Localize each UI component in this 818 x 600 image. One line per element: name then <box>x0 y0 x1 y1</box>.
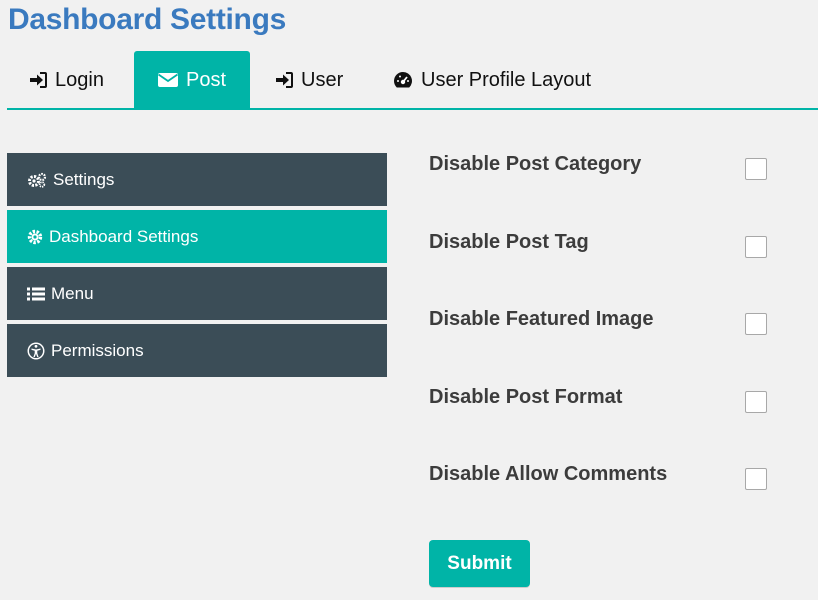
option-label: Disable Post Format <box>429 385 623 408</box>
tab-login[interactable]: Login <box>29 51 104 109</box>
sidebar-item-dashboard-settings[interactable]: Dashboard Settings <box>7 210 387 263</box>
gear-icon <box>27 229 43 245</box>
tab-label: Post <box>185 68 227 91</box>
settings-page: Dashboard Settings Login Post User User … <box>0 0 818 600</box>
tab-label: Login <box>55 68 104 91</box>
option-row: Disable Allow Comments <box>429 460 809 538</box>
tab-user[interactable]: User <box>275 51 343 109</box>
sign-in-icon <box>29 72 47 88</box>
option-row: Disable Post Format <box>429 383 809 461</box>
option-label: Disable Post Category <box>429 153 642 175</box>
submit-button[interactable]: Submit <box>429 540 530 587</box>
option-label: Disable Post Tag <box>429 230 589 253</box>
tab-label: User Profile Layout <box>421 68 592 91</box>
sidebar-item-menu[interactable]: Menu <box>7 267 387 320</box>
envelope-icon <box>157 72 178 88</box>
dashboard-icon <box>393 71 413 89</box>
page-title: Dashboard Settings <box>8 3 286 36</box>
disable-post-tag-checkbox[interactable] <box>745 235 767 258</box>
sign-in-icon <box>275 72 293 88</box>
sidebar-item-label: Permissions <box>51 340 144 360</box>
sidebar-item-permissions[interactable]: Permissions <box>7 324 387 377</box>
tab-user-profile-layout[interactable]: User Profile Layout <box>393 51 591 109</box>
settings-options: Disable Post Category Disable Post Tag D… <box>429 150 809 538</box>
universal-access-icon <box>27 342 45 360</box>
option-label: Disable Allow Comments <box>429 463 668 485</box>
disable-allow-comments-checkbox[interactable] <box>745 468 767 490</box>
sidebar-item-label: Menu <box>51 283 94 303</box>
disable-post-category-checkbox[interactable] <box>745 158 767 180</box>
sidebar-item-settings[interactable]: Settings <box>7 153 387 206</box>
option-row: Disable Featured Image <box>429 305 809 383</box>
sidebar-item-label: Settings <box>53 169 115 189</box>
sidebar-item-label: Dashboard Settings <box>49 226 199 246</box>
tab-post[interactable]: Post <box>134 51 250 109</box>
option-label: Disable Featured Image <box>429 308 654 330</box>
disable-featured-image-checkbox[interactable] <box>745 313 767 335</box>
option-row: Disable Post Tag <box>429 228 809 306</box>
sidebar: Settings Dashboard Settings Menu Permiss… <box>7 153 387 381</box>
list-icon <box>27 287 45 301</box>
disable-post-format-checkbox[interactable] <box>745 390 767 413</box>
tab-label: User <box>301 68 344 91</box>
tab-bar: Login Post User User Profile Layout <box>7 51 818 110</box>
option-row: Disable Post Category <box>429 150 809 228</box>
gears-icon <box>27 172 47 188</box>
